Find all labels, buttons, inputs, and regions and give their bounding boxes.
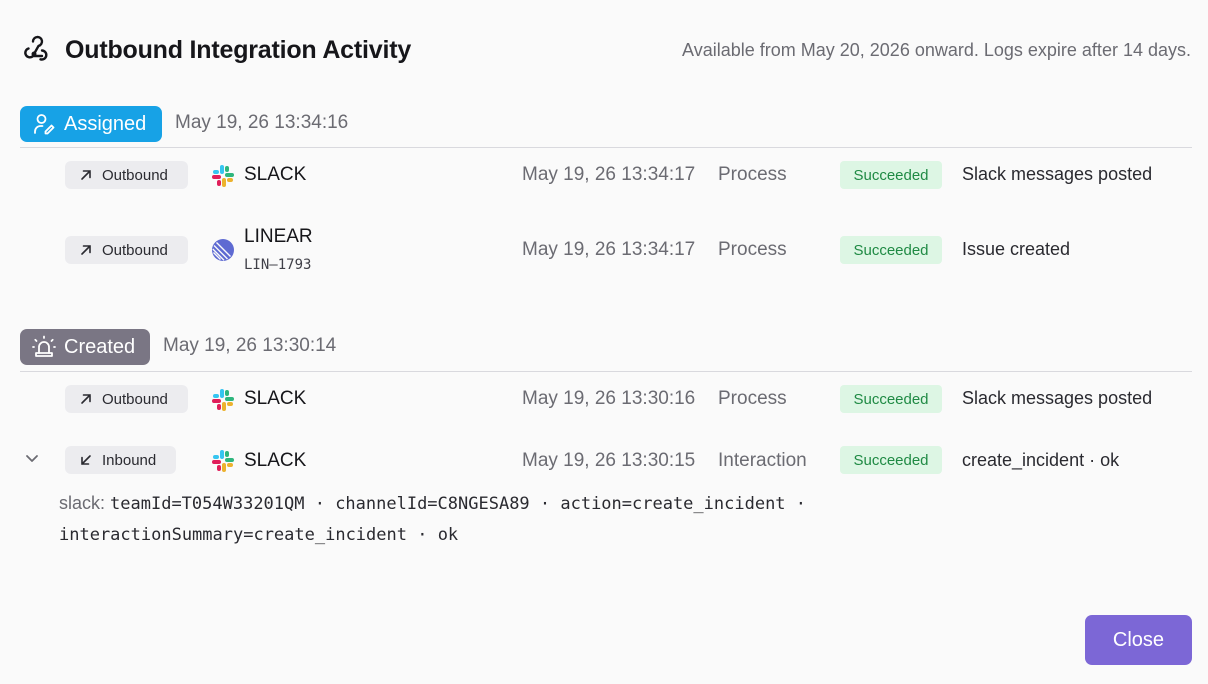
detail-label: slack: (59, 493, 106, 513)
row-message: Issue created (962, 239, 1071, 259)
row-kind: Process (718, 164, 787, 185)
retention-note: Available from May 20, 2026 onward. Logs… (682, 40, 1191, 60)
slack-icon (212, 389, 234, 411)
detail-payload: teamId=T054W33201QM · channelId=C8NGESA8… (110, 494, 807, 514)
row-kind: Process (718, 388, 787, 409)
row-timestamp: May 19, 26 13:30:15 (522, 450, 696, 471)
row-kind: Process (718, 239, 787, 260)
siren-icon (32, 335, 56, 357)
row-kind: Interaction (718, 450, 807, 471)
detail-line-1: slack: teamId=T054W33201QM · channelId=C… (59, 488, 939, 519)
status-badge: Succeeded (840, 236, 942, 264)
direction-badge: Outbound (65, 385, 188, 413)
slack-icon (212, 165, 234, 187)
log-row[interactable]: Outbound LINEAR LIN–1793 May 19, 26 13:3… (20, 224, 1192, 282)
service-name: SLACK (244, 164, 307, 185)
event-pill-label: Assigned (64, 112, 147, 135)
close-button[interactable]: Close (1085, 615, 1192, 665)
service-name: SLACK (244, 450, 307, 471)
user-pen-icon (34, 114, 55, 135)
divider (20, 147, 1192, 148)
log-row[interactable]: Inbound SLACK May 19, 26 13:30:15 Intera… (20, 436, 1192, 486)
chevron-down-icon[interactable] (24, 450, 40, 466)
service-name: LINEAR (244, 226, 313, 247)
event-pill-created: Created (20, 329, 150, 365)
linear-icon (212, 239, 234, 261)
row-message: Slack messages posted (962, 388, 1153, 408)
service-name: SLACK (244, 388, 307, 409)
row-timestamp: May 19, 26 13:34:17 (522, 164, 696, 185)
dialog-title: Outbound Integration Activity (65, 36, 412, 64)
event-pill-assigned: Assigned (20, 106, 162, 142)
arrow-down-left-icon (81, 455, 91, 465)
detail-line-2: interactionSummary=create_incident · ok (59, 519, 939, 550)
status-badge: Succeeded (840, 446, 942, 474)
log-row[interactable]: Outbound SLACK May 19, 26 13:30:16 Proce… (20, 374, 1192, 424)
arrow-up-right-icon (81, 170, 91, 180)
status-badge: Succeeded (840, 385, 942, 413)
row-message: create_incident · ok (962, 450, 1120, 470)
divider (20, 371, 1192, 372)
interaction-detail: slack: teamId=T054W33201QM · channelId=C… (59, 488, 939, 550)
row-timestamp: May 19, 26 13:34:17 (522, 239, 696, 260)
webhook-icon (24, 35, 48, 61)
log-row[interactable]: Outbound SLACK May 19, 26 13:34:17 Proce… (20, 150, 1192, 200)
arrow-up-right-icon (81, 245, 91, 255)
group-time: May 19, 26 13:34:16 (175, 112, 349, 133)
direction-badge: Outbound (65, 236, 188, 264)
dialog-header: Outbound Integration Activity Available … (20, 32, 1191, 72)
group-time: May 19, 26 13:30:14 (163, 335, 337, 356)
row-message: Slack messages posted (962, 164, 1153, 184)
issue-key: LIN–1793 (244, 257, 312, 273)
direction-badge: Outbound (65, 161, 188, 189)
status-badge: Succeeded (840, 161, 942, 189)
direction-badge: Inbound (65, 446, 176, 474)
detail-payload: interactionSummary=create_incident · ok (59, 525, 459, 545)
arrow-up-right-icon (81, 394, 91, 404)
event-pill-label: Created (64, 335, 136, 358)
row-timestamp: May 19, 26 13:30:16 (522, 388, 696, 409)
slack-icon (212, 450, 234, 472)
